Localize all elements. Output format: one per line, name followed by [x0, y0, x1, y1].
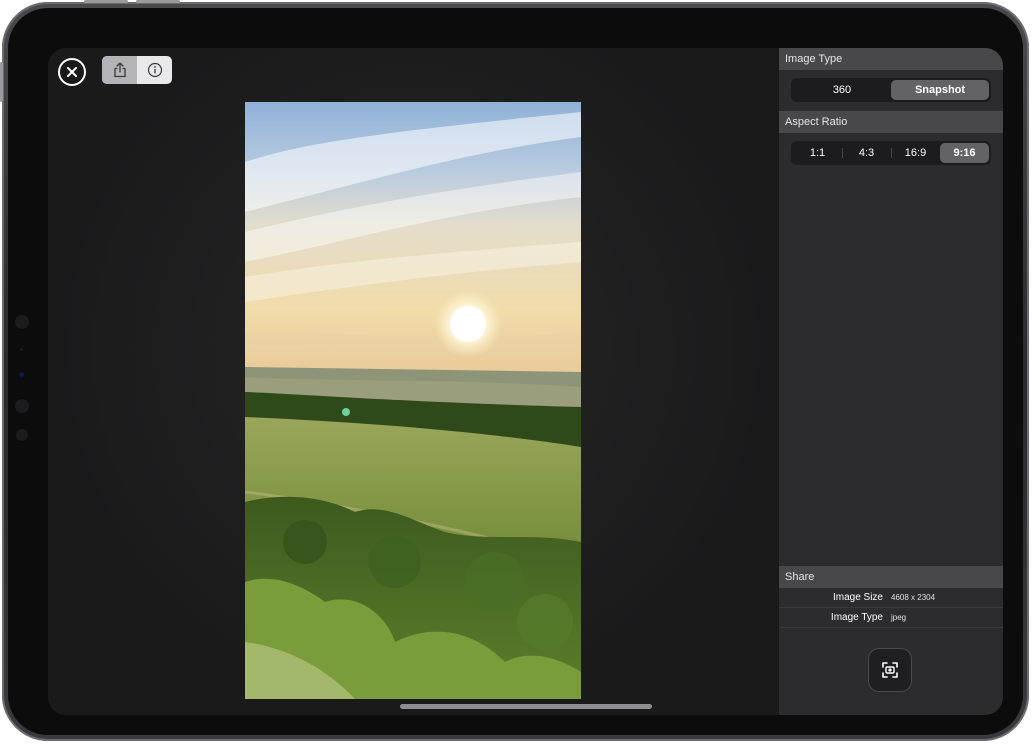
image-type-label: Image Type — [830, 612, 883, 623]
info-icon — [147, 62, 162, 78]
camera-sensor — [20, 348, 23, 351]
camera-sensor — [15, 399, 29, 413]
aspect-ratio-option-16-9[interactable]: 16:9 — [891, 143, 940, 163]
share-button[interactable] — [102, 56, 137, 84]
volume-button — [84, 0, 128, 3]
camera-sensor — [16, 429, 28, 441]
aspect-ratio-option-9-16[interactable]: 9:16 — [940, 143, 989, 163]
aspect-ratio-header: Aspect Ratio — [779, 111, 1003, 133]
photo-viewer — [48, 48, 779, 715]
image-type-value: jpeg — [891, 613, 907, 622]
image-type-header: Image Type — [779, 48, 1003, 70]
front-camera — [19, 372, 24, 377]
aspect-ratio-segmented-control: 1:1 4:3 16:9 9:16 — [791, 141, 991, 165]
image-type-option-360[interactable]: 360 — [793, 80, 891, 100]
screen-bezel: Image Type 360 Snapshot Aspect Ratio 1:1… — [8, 8, 1023, 735]
side-button — [0, 62, 3, 102]
share-icon — [113, 62, 126, 78]
close-button[interactable] — [58, 58, 86, 86]
aspect-ratio-option-4-3[interactable]: 4:3 — [842, 143, 891, 163]
aspect-ratio-option-1-1[interactable]: 1:1 — [793, 143, 842, 163]
close-circle-icon — [67, 67, 77, 77]
top-button — [136, 0, 180, 3]
camera-sensor — [15, 315, 29, 329]
image-size-value: 4608 x 2304 — [891, 593, 936, 602]
image-size-row: Image Size 4608 x 2304 — [779, 588, 1003, 608]
image-type-segmented-control: 360 Snapshot — [791, 78, 991, 102]
home-indicator[interactable] — [400, 704, 652, 709]
app-screen: Image Type 360 Snapshot Aspect Ratio 1:1… — [48, 48, 1003, 715]
viewer-toolbar — [102, 56, 172, 84]
capture-icon — [882, 662, 898, 678]
image-type-option-snapshot[interactable]: Snapshot — [891, 80, 989, 100]
image-type-row: Image Type jpeg — [779, 608, 1003, 628]
info-button[interactable] — [137, 56, 172, 84]
ipad-frame: Image Type 360 Snapshot Aspect Ratio 1:1… — [0, 0, 1029, 741]
image-size-label: Image Size — [832, 592, 883, 603]
share-header: Share — [779, 566, 1003, 588]
capture-button[interactable] — [869, 649, 911, 691]
settings-panel: Image Type 360 Snapshot Aspect Ratio 1:1… — [779, 48, 1003, 715]
landscape-photo — [245, 102, 581, 699]
